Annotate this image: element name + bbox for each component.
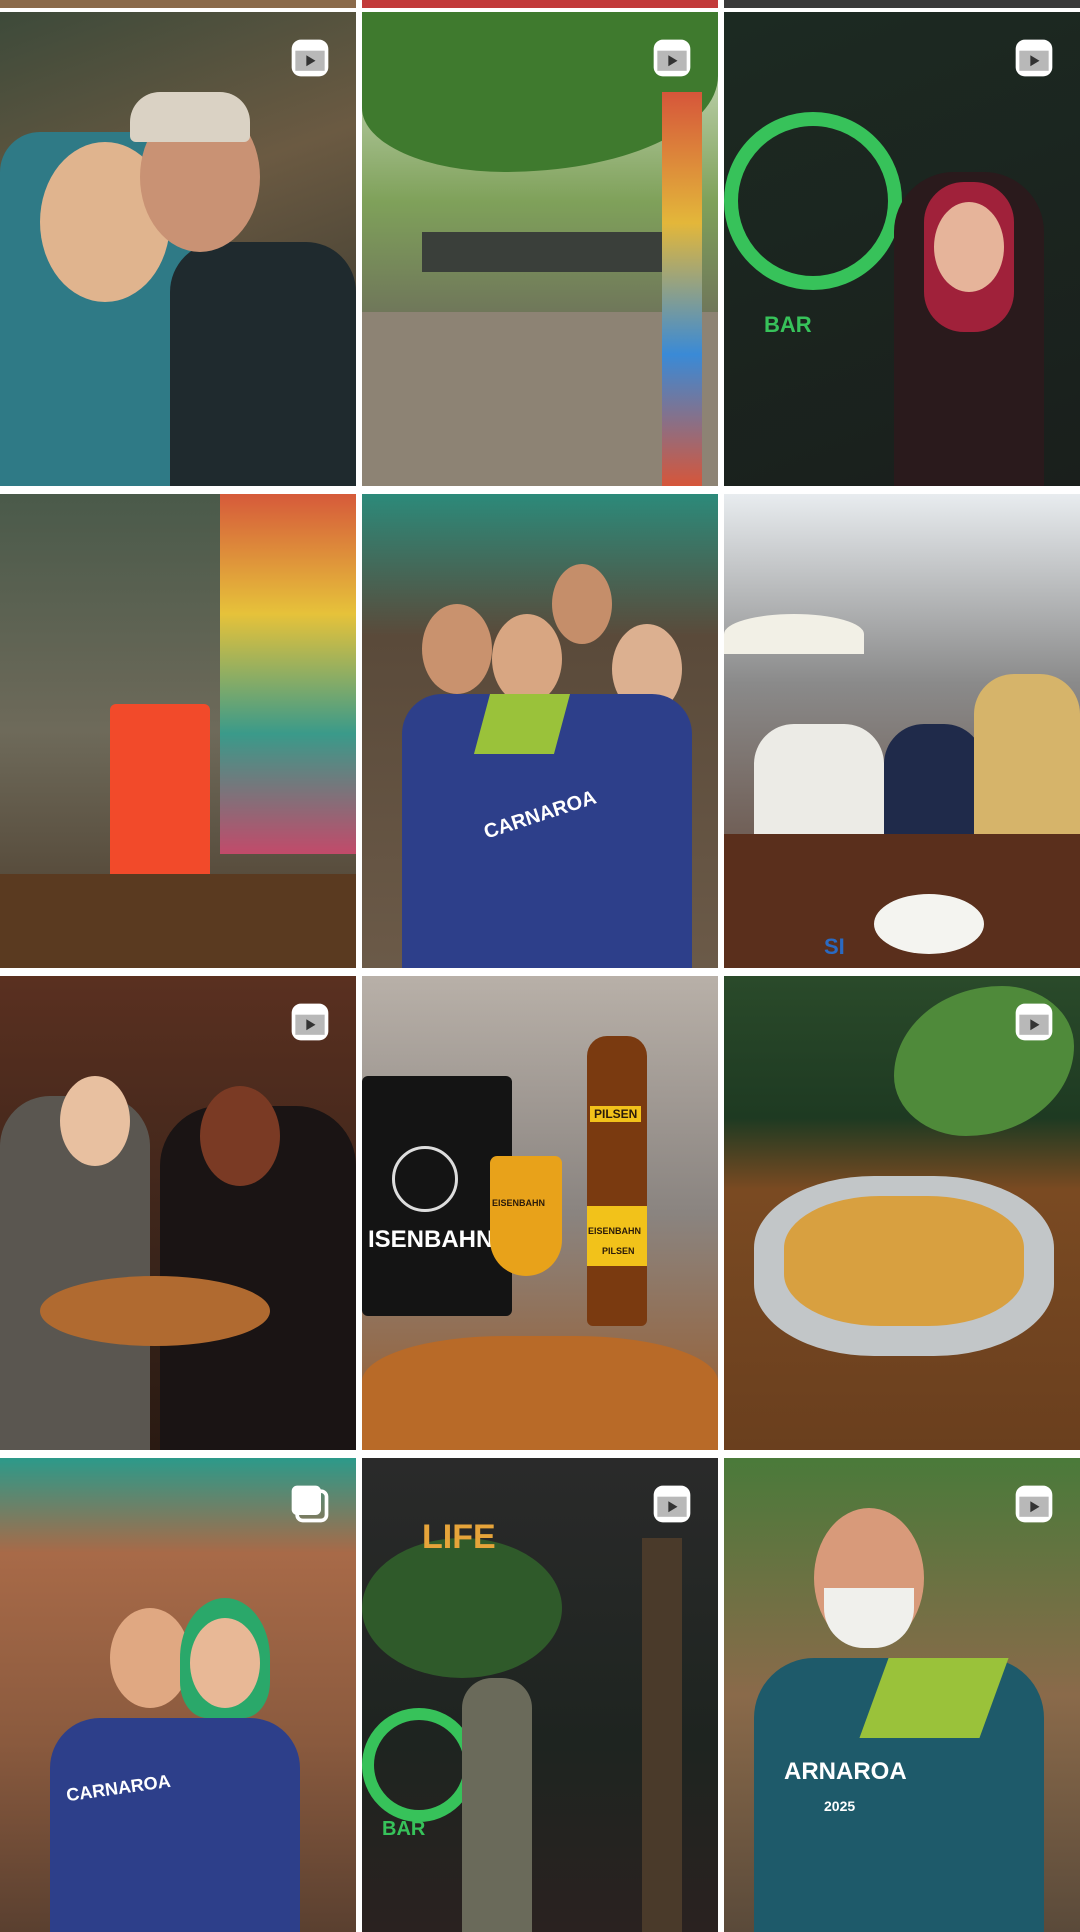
post-tile-life-bar[interactable]: LIFE BAR [362, 1458, 718, 1932]
post-tile-singer[interactable]: BAR [724, 12, 1080, 486]
reels-icon [650, 1482, 694, 1526]
life-sign-text: LIFE [422, 1518, 496, 1556]
shirt-text: ARNAROA [784, 1758, 907, 1785]
post-tile-toast[interactable] [0, 976, 356, 1450]
bar-sign-text: BAR [382, 1818, 426, 1840]
bottle-neck-text: PILSEN [590, 1106, 642, 1122]
bottle-label-text: EISENBAHN [588, 1226, 642, 1236]
shirt-year-text: 2025 [824, 1798, 856, 1814]
post-tile-selfie-couple[interactable] [0, 12, 356, 486]
reels-icon [1012, 36, 1056, 80]
bottle-label-sub-text: PILSEN [602, 1246, 635, 1256]
post-tile-man-2025[interactable]: ARNAROA 2025 [724, 1458, 1080, 1932]
post-tile-food[interactable] [724, 976, 1080, 1450]
profile-post-grid: BAR CARNAROA SI ISENBAHN EISENBAHN PILSE… [0, 0, 1080, 1932]
post-tile-drink[interactable] [0, 494, 356, 968]
reels-icon [1012, 1000, 1056, 1044]
carousel-icon [288, 1482, 332, 1526]
reels-icon [288, 1000, 332, 1044]
reels-icon [288, 36, 332, 80]
reels-icon [650, 36, 694, 80]
post-tile-green-hair[interactable]: CARNAROA [0, 1458, 356, 1932]
post-tile-group-carnaroa[interactable]: CARNAROA [362, 494, 718, 968]
reels-icon [1012, 1482, 1056, 1526]
table-print-text: SI [824, 934, 845, 959]
post-tile-table-friends[interactable]: SI [724, 494, 1080, 968]
venue-sign-text: BAR [764, 312, 812, 337]
previous-row-edge [0, 0, 1080, 10]
post-tile-beer[interactable]: ISENBAHN EISENBAHN PILSEN EISENBAHN PILS… [362, 976, 718, 1450]
bucket-text: ISENBAHN [368, 1226, 494, 1253]
post-tile-terrace[interactable] [362, 12, 718, 486]
glass-text: EISENBAHN [492, 1198, 546, 1208]
